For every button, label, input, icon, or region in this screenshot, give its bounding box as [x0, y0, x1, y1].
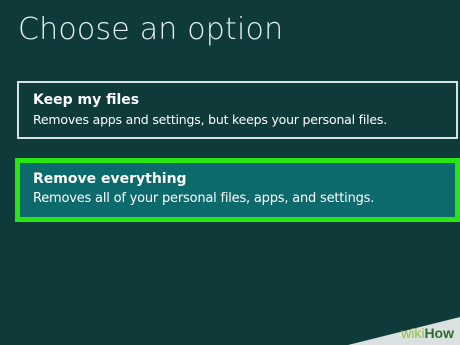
- option-description: Removes all of your personal files, apps…: [33, 191, 375, 206]
- option-title: Keep my files: [33, 92, 140, 108]
- option-title: Remove everything: [33, 171, 187, 187]
- watermark-part-wiki: wiki: [401, 325, 425, 341]
- remove-everything-option[interactable]: Remove everything Removes all of your pe…: [15, 158, 460, 222]
- keep-my-files-option[interactable]: Keep my files Removes apps and settings,…: [17, 81, 458, 139]
- watermark-logo: wikiHow: [401, 325, 454, 341]
- option-description: Removes apps and settings, but keeps you…: [33, 112, 387, 127]
- wikihow-watermark: wikiHow: [348, 317, 460, 345]
- watermark-part-how: How: [424, 325, 454, 341]
- page-title: Choose an option: [18, 12, 284, 47]
